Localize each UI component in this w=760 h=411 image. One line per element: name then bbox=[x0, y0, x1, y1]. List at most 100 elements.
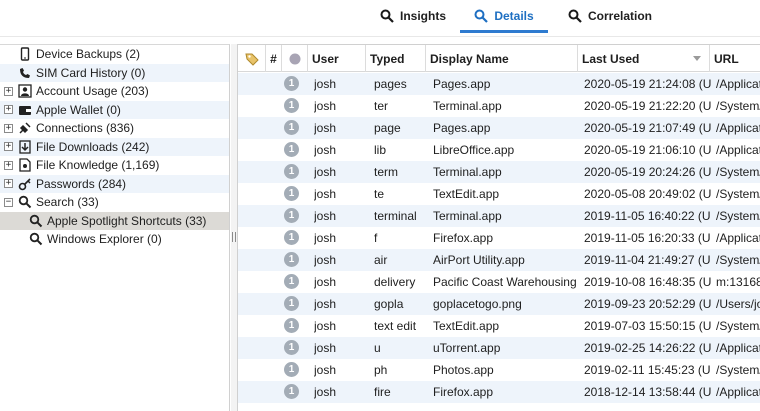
table-row[interactable]: 1 josh air AirPort Utility.app 2019-11-04 21… bbox=[238, 249, 760, 271]
tree-item-label: Apple Spotlight Shortcuts (33) bbox=[47, 213, 207, 228]
number-column-header[interactable]: # bbox=[266, 45, 282, 72]
expand-icon[interactable]: + bbox=[4, 179, 13, 189]
table-row[interactable]: 1 josh page Pages.app 2020-05-19 21:07:49 (U… bbox=[238, 117, 760, 139]
table-row[interactable]: 1 josh term Terminal.app 2020-05-19 20:24:26… bbox=[238, 161, 760, 183]
last-used-column-header[interactable]: Last Used bbox=[578, 45, 710, 72]
tree-item-3[interactable]: + Account Usage (203) bbox=[0, 82, 229, 101]
user-cell: josh bbox=[314, 209, 337, 223]
splitter-grip-icon[interactable] bbox=[232, 232, 236, 242]
table-row[interactable]: 1 josh lib LibreOffice.app 2020-05-19 21:06:… bbox=[238, 139, 760, 161]
url-cell: /System/. bbox=[716, 209, 760, 223]
table-row[interactable]: 1 josh fire Firefox.app 2018-12-14 13:58:44 … bbox=[238, 381, 760, 403]
typed-cell: u bbox=[374, 341, 381, 355]
display-name-cell: Pages.app bbox=[433, 121, 491, 135]
expand-icon[interactable]: + bbox=[4, 86, 13, 96]
last-used-cell: 2019-11-04 21:49:27 (U bbox=[584, 253, 711, 267]
user-cell: josh bbox=[314, 297, 337, 311]
display-name-column-header[interactable]: Display Name bbox=[426, 45, 578, 72]
table-row[interactable]: 1 josh ph Photos.app 2019-02-11 15:45:23 (U /… bbox=[238, 359, 760, 381]
table-row[interactable]: 1 josh terminal Terminal.app 2019-11-05 16:4… bbox=[238, 205, 760, 227]
tree-item-10[interactable]: Apple Spotlight Shortcuts (33) bbox=[0, 211, 229, 230]
hit-count-badge: 1 bbox=[284, 98, 299, 113]
user-cell: josh bbox=[314, 99, 337, 113]
tree-item-4[interactable]: + Apple Wallet (0) bbox=[0, 100, 229, 119]
user-cell: josh bbox=[314, 275, 337, 289]
url-column-header[interactable]: URL bbox=[710, 45, 760, 72]
number-header-label: # bbox=[270, 51, 277, 66]
hit-count-badge: 1 bbox=[284, 208, 299, 223]
hit-count-badge: 1 bbox=[284, 230, 299, 245]
display-name-cell: AirPort Utility.app bbox=[433, 253, 525, 267]
table-row[interactable]: 1 josh pages Pages.app 2020-05-19 21:24:08 (… bbox=[238, 73, 760, 95]
last-used-cell: 2020-05-19 21:06:10 (U bbox=[584, 143, 712, 157]
typed-column-header[interactable]: Typed bbox=[366, 45, 426, 72]
url-cell: /Applicat bbox=[716, 121, 760, 135]
user-account-icon bbox=[18, 84, 32, 98]
table-row[interactable]: 1 josh te TextEdit.app 2020-05-08 20:49:02 (… bbox=[238, 183, 760, 205]
typed-cell: te bbox=[374, 187, 385, 201]
typed-cell: text edit bbox=[374, 319, 417, 333]
expand-icon[interactable]: + bbox=[4, 105, 13, 115]
tree-item-label: SIM Card History (0) bbox=[36, 65, 146, 80]
expand-icon[interactable]: + bbox=[4, 123, 13, 133]
table-row[interactable]: 1 josh f Firefox.app 2019-11-05 16:20:33 (U /… bbox=[238, 227, 760, 249]
last-used-cell: 2019-09-23 20:52:29 (U bbox=[584, 297, 712, 311]
last-used-cell: 2019-11-05 16:40:22 (U bbox=[584, 209, 711, 223]
tab-insights[interactable]: Insights bbox=[371, 0, 455, 31]
tree-item-6[interactable]: + File Downloads (242) bbox=[0, 137, 229, 156]
typed-cell: f bbox=[374, 231, 378, 245]
tree-item-label: Connections (836) bbox=[36, 121, 135, 136]
typed-cell: fire bbox=[374, 385, 391, 399]
display-name-cell: TextEdit.app bbox=[433, 187, 500, 201]
user-cell: josh bbox=[314, 165, 337, 179]
hit-count-badge: 1 bbox=[284, 340, 299, 355]
tree-item-11[interactable]: Windows Explorer (0) bbox=[0, 230, 229, 249]
table-row[interactable]: 1 josh ter Terminal.app 2020-05-19 21:22:20 … bbox=[238, 95, 760, 117]
search-icon bbox=[29, 232, 43, 246]
display-name-header-label: Display Name bbox=[430, 51, 509, 66]
plug-icon bbox=[18, 121, 32, 135]
table-row[interactable]: 1 josh u uTorrent.app 2019-02-25 14:26:22 (U… bbox=[238, 337, 760, 359]
artifact-tree: Device Backups (2) SIM Card History (0) + A… bbox=[0, 44, 230, 411]
typed-cell: term bbox=[374, 165, 398, 179]
typed-cell: pages bbox=[374, 77, 407, 91]
tab-correlation[interactable]: Correlation bbox=[556, 0, 664, 31]
hit-count-badge: 1 bbox=[284, 142, 299, 157]
last-used-cell: 2020-05-19 20:24:26 (U bbox=[584, 165, 712, 179]
grid-header: # User Typed Display Name Last Used URL bbox=[238, 45, 760, 72]
display-name-cell: Pages.app bbox=[433, 77, 491, 91]
hit-count-badge: 1 bbox=[284, 318, 299, 333]
user-column-header[interactable]: User bbox=[308, 45, 366, 72]
tab-details[interactable]: Details bbox=[460, 0, 548, 33]
search-icon bbox=[18, 195, 32, 209]
table-row[interactable]: 1 josh delivery Pacific Coast Warehousing 20… bbox=[238, 271, 760, 293]
tree-item-1[interactable]: Device Backups (2) bbox=[0, 45, 229, 64]
tree-item-5[interactable]: + Connections (836) bbox=[0, 119, 229, 138]
tree-item-2[interactable]: SIM Card History (0) bbox=[0, 63, 229, 82]
last-used-cell: 2019-11-05 16:20:33 (U bbox=[584, 231, 711, 245]
expand-icon[interactable]: + bbox=[4, 142, 13, 152]
tree-item-9[interactable]: − Search (33) bbox=[0, 193, 229, 212]
hit-count-badge: 1 bbox=[284, 296, 299, 311]
search-icon bbox=[380, 9, 394, 23]
user-cell: josh bbox=[314, 253, 337, 267]
table-row[interactable]: 1 josh text edit TextEdit.app 2019-07-03 15:… bbox=[238, 315, 760, 337]
expand-icon[interactable]: + bbox=[4, 160, 13, 170]
bookmark-column-header[interactable] bbox=[238, 45, 266, 72]
user-cell: josh bbox=[314, 143, 337, 157]
tag-icon bbox=[244, 53, 259, 66]
url-cell: /Applicat bbox=[716, 341, 760, 355]
hit-count-badge: 1 bbox=[284, 252, 299, 267]
tree-item-7[interactable]: + File Knowledge (1,169) bbox=[0, 156, 229, 175]
hit-count-badge: 1 bbox=[284, 120, 299, 135]
sort-descending-icon bbox=[693, 56, 701, 61]
user-cell: josh bbox=[314, 385, 337, 399]
tree-item-8[interactable]: + Passwords (284) bbox=[0, 174, 229, 193]
status-column-header[interactable] bbox=[282, 45, 308, 72]
tree-item-label: Search (33) bbox=[36, 195, 99, 210]
collapse-icon[interactable]: − bbox=[4, 197, 13, 207]
display-name-cell: Terminal.app bbox=[433, 209, 502, 223]
key-icon bbox=[18, 177, 32, 191]
url-cell: /Users/jo bbox=[716, 297, 760, 311]
table-row[interactable]: 1 josh gopla goplacetogo.png 2019-09-23 20:5… bbox=[238, 293, 760, 315]
